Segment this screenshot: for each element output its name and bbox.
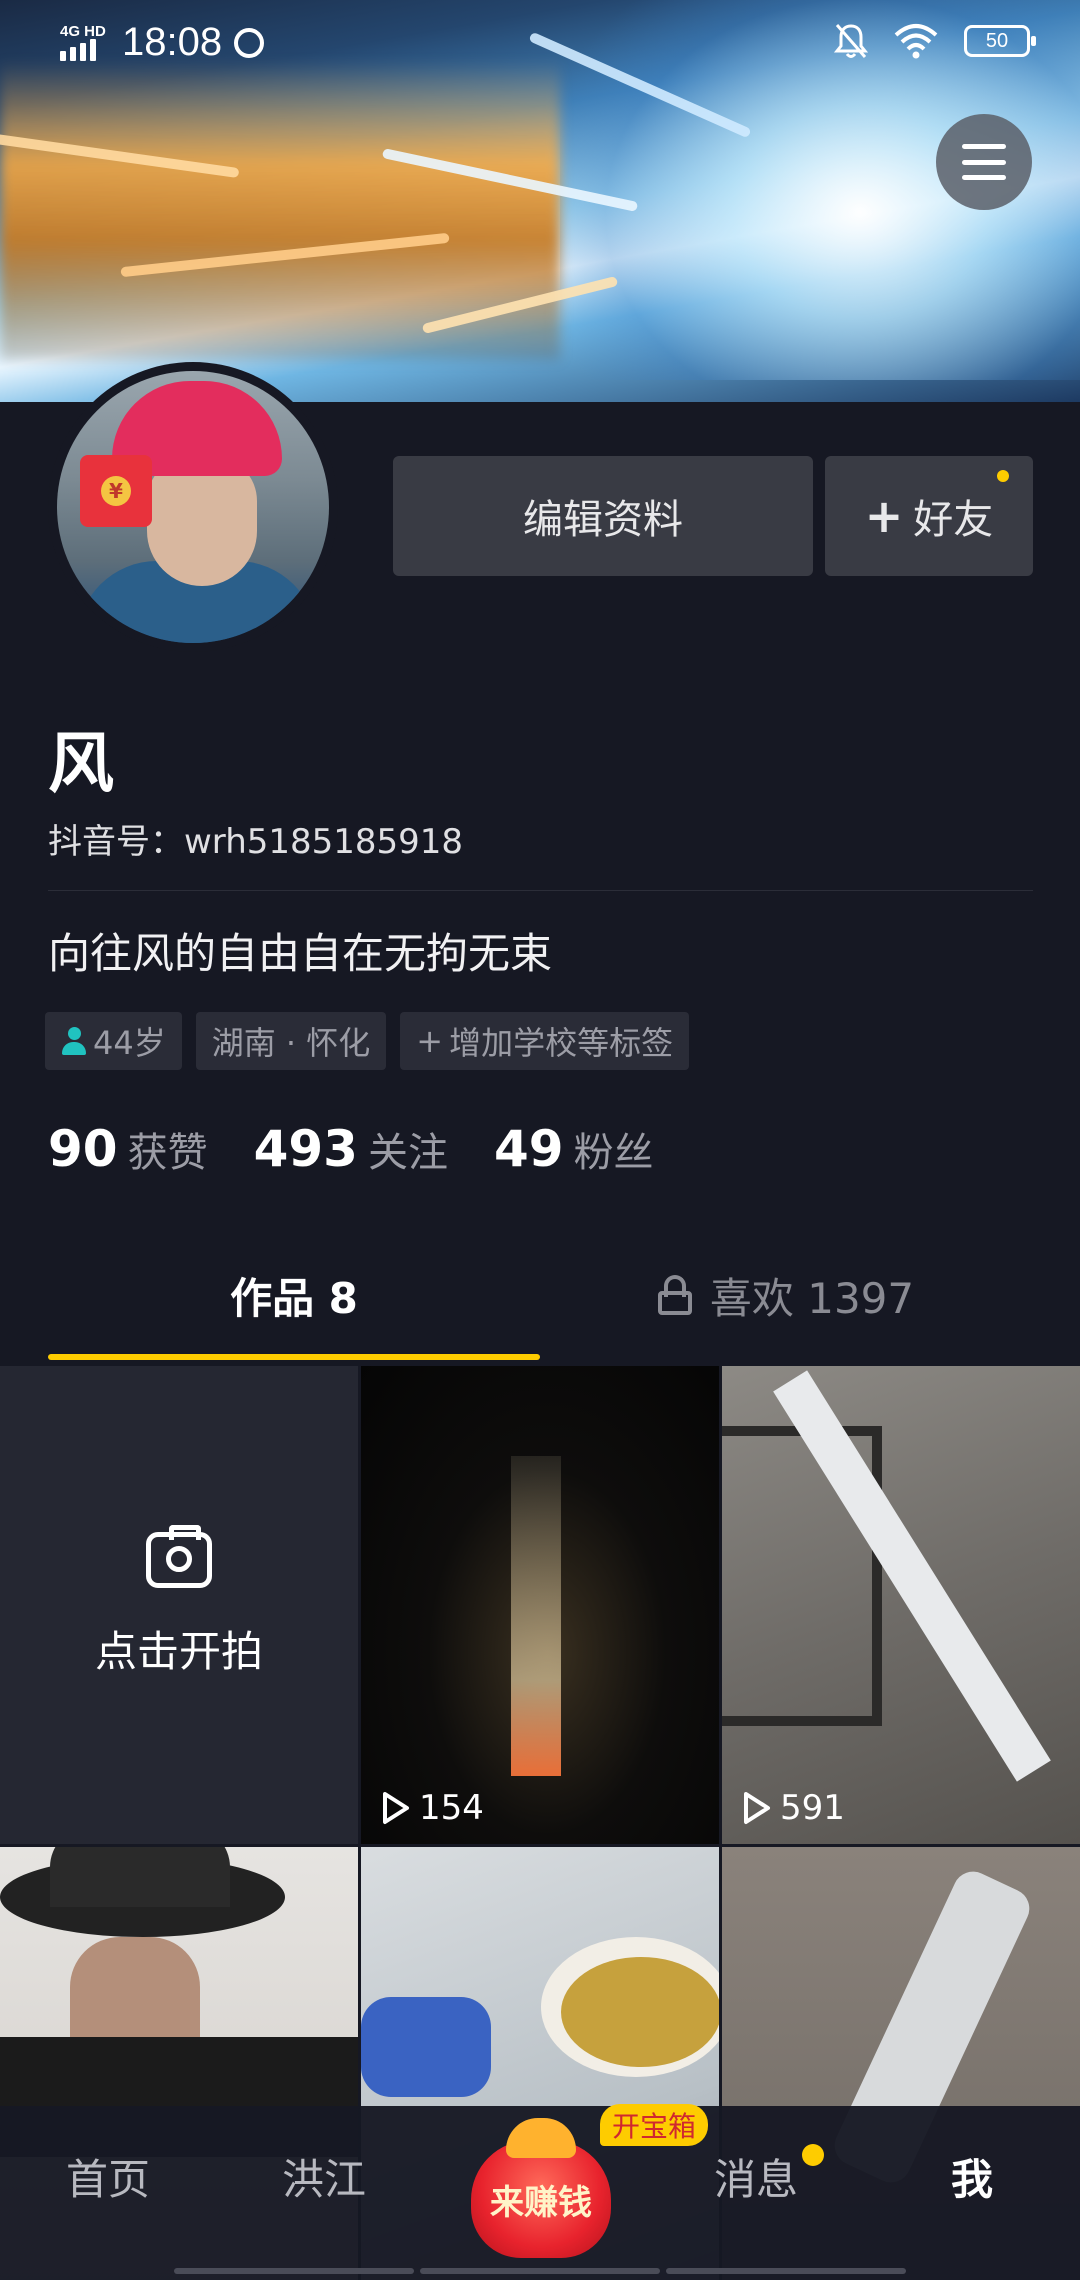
plus-icon: + — [416, 1022, 444, 1060]
tag-age[interactable]: 44岁 — [45, 1012, 182, 1070]
clock-time: 18:08 — [122, 20, 223, 64]
add-friend-button[interactable]: + 好友 — [825, 456, 1033, 576]
nav-messages[interactable]: 消息 — [648, 2146, 864, 2207]
douyin-id[interactable]: 抖音号：wrh5185185918 — [48, 814, 463, 863]
camera-icon — [146, 1524, 212, 1588]
menu-button[interactable] — [936, 114, 1032, 210]
signal-icon: 4G HD — [60, 23, 106, 63]
tab-likes[interactable]: 喜欢 1397 — [540, 1230, 1032, 1360]
video-tile[interactable]: 154 — [361, 1366, 719, 1844]
edit-profile-button[interactable]: 编辑资料 — [393, 456, 813, 576]
status-bar: 4G HD 18:08 50 — [0, 0, 1080, 86]
plus-icon: + — [864, 489, 904, 543]
tab-works[interactable]: 作品 8 — [48, 1230, 540, 1360]
divider — [48, 890, 1033, 891]
wifi-icon — [894, 24, 938, 59]
profile-tags: 44岁 湖南 · 怀化 + 增加学校等标签 — [45, 1012, 690, 1070]
red-packet-icon[interactable]: ¥ — [80, 455, 152, 527]
shoot-video-tile[interactable]: 点击开拍 — [0, 1366, 358, 1844]
add-friend-label: 好友 — [913, 497, 994, 543]
play-icon — [744, 1792, 770, 1824]
profile-name: 风 — [48, 725, 114, 802]
profile-bio[interactable]: 向往风的自由自在无拘无束 — [48, 920, 552, 981]
gesture-bar — [0, 2268, 1080, 2280]
mute-bell-icon — [834, 24, 868, 58]
stat-following[interactable]: 493 关注 — [254, 1120, 448, 1178]
treasure-badge[interactable]: 开宝箱 — [600, 2104, 709, 2146]
stat-followers[interactable]: 49 粉丝 — [494, 1120, 654, 1178]
hamburger-icon — [962, 144, 1006, 180]
profile-stats: 90 获赞 493 关注 49 粉丝 — [48, 1120, 654, 1178]
earn-money-button[interactable]: 来赚钱 — [466, 2110, 616, 2260]
tag-add-school[interactable]: + 增加学校等标签 — [400, 1012, 690, 1070]
stat-likes[interactable]: 90 获赞 — [48, 1120, 208, 1178]
alarm-icon — [234, 27, 265, 58]
battery-icon: 50 — [964, 25, 1036, 57]
lock-icon — [657, 1275, 692, 1315]
person-icon — [61, 1027, 87, 1055]
nav-me[interactable]: 我 — [864, 2146, 1080, 2207]
content-tabs: 作品 8 喜欢 1397 — [0, 1230, 1080, 1360]
nav-home[interactable]: 首页 — [0, 2146, 216, 2207]
nav-city[interactable]: 洪江 — [216, 2146, 432, 2207]
notification-dot — [802, 2144, 824, 2166]
play-icon — [383, 1792, 409, 1824]
notification-dot — [997, 470, 1009, 482]
tab-indicator — [48, 1354, 540, 1360]
video-tile[interactable]: 591 — [722, 1366, 1080, 1844]
tag-location[interactable]: 湖南 · 怀化 — [195, 1012, 387, 1070]
